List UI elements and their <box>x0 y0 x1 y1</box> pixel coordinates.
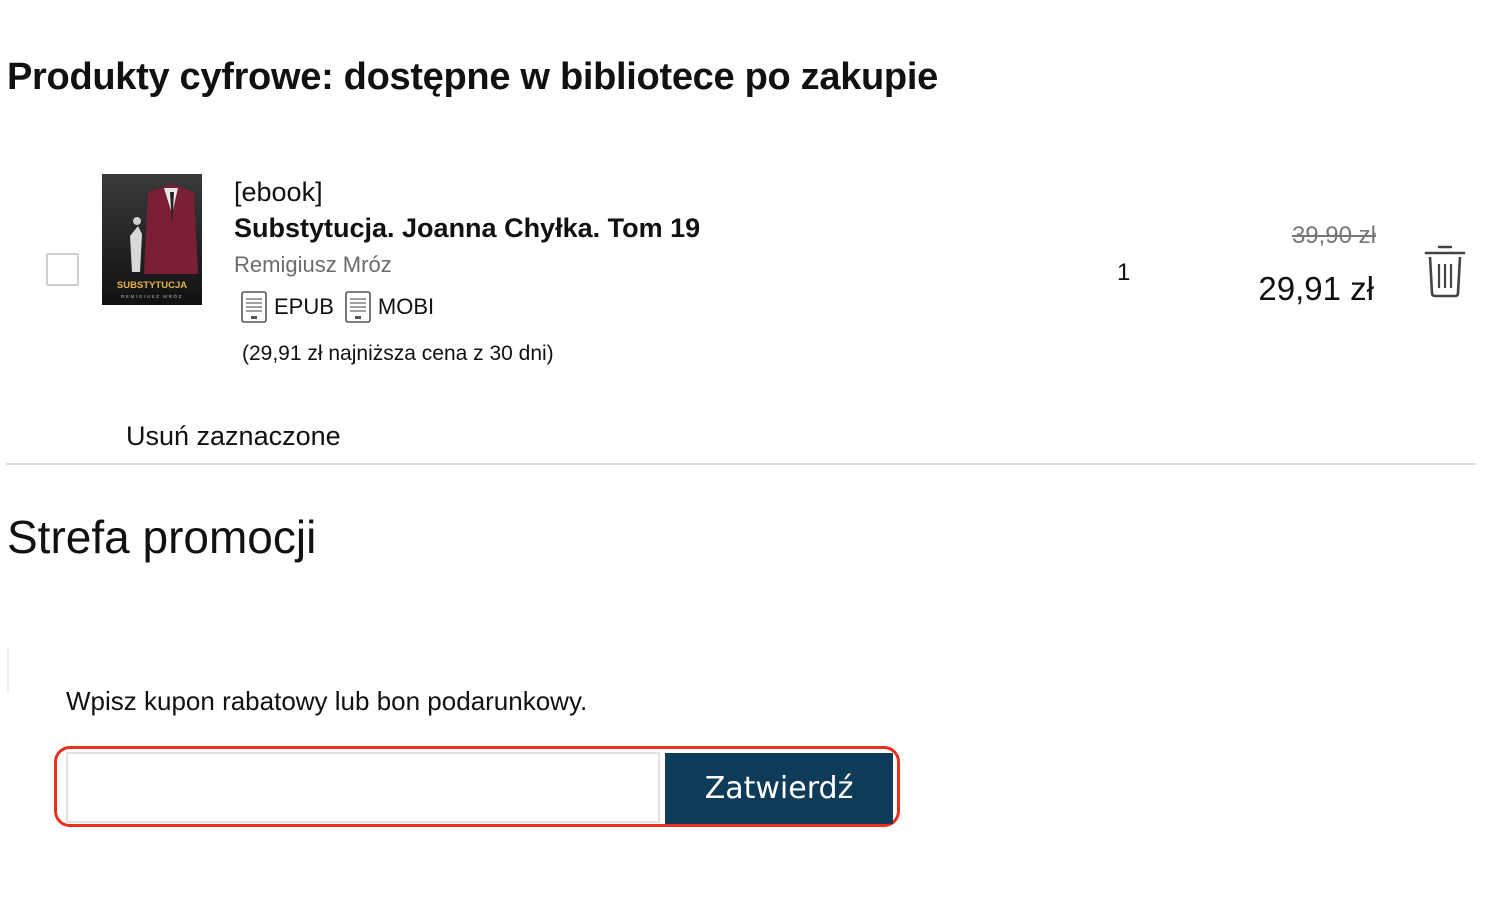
select-item-checkbox[interactable] <box>46 253 79 286</box>
format-label: EPUB <box>274 294 334 319</box>
current-price: 29,91 zł <box>1258 270 1374 307</box>
coupon-label: Wpisz kupon rabatowy lub bon podarunkowy… <box>66 686 588 716</box>
trash-icon <box>1424 245 1466 298</box>
format-epub: EPUB <box>240 290 334 324</box>
book-cover[interactable]: SUBSTYTUCJA REMIGIUSZ MRÓZ <box>102 174 202 305</box>
submit-coupon-button[interactable]: Zatwierdź <box>665 753 893 824</box>
format-mobi: MOBI <box>344 290 434 324</box>
remove-selected-link[interactable]: Usuń zaznaczone <box>126 421 341 452</box>
document-icon <box>345 291 371 323</box>
remove-item-button[interactable] <box>1424 244 1466 298</box>
old-price: 39,90 zł <box>1291 222 1376 249</box>
cover-title-text: SUBSTYTUCJA <box>117 280 187 291</box>
document-icon <box>241 291 267 323</box>
lowest-price-note: (29,91 zł najniższa cena z 30 dni) <box>242 342 554 365</box>
format-label: MOBI <box>377 294 435 319</box>
product-type: [ebook] <box>234 177 323 207</box>
divider <box>7 648 9 692</box>
promo-section-title: Strefa promocji <box>7 511 317 563</box>
format-list: EPUB MOBI <box>240 290 434 324</box>
product-title[interactable]: Substytucja. Joanna Chyłka. Tom 19 <box>234 213 700 244</box>
quantity-value: 1 <box>1117 259 1131 286</box>
coupon-input[interactable] <box>66 752 660 823</box>
product-author[interactable]: Remigiusz Mróz <box>234 252 392 278</box>
section-title: Produkty cyfrowe: dostępne w bibliotece … <box>7 56 938 98</box>
divider <box>6 463 1476 465</box>
cover-author-text: REMIGIUSZ MRÓZ <box>121 293 183 299</box>
